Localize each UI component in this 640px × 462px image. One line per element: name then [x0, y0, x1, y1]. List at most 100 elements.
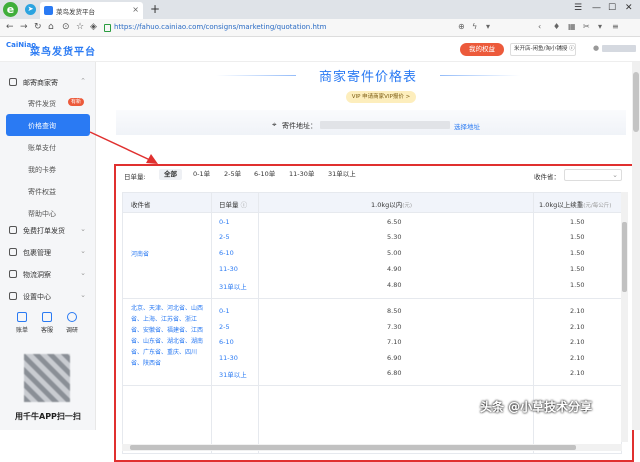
filter-option-0-1[interactable]: 0-1单 [188, 169, 215, 180]
header-daily-volume: 日单量 ⓘ [219, 201, 248, 209]
filter-option-2-5[interactable]: 2-5单 [219, 169, 246, 180]
home-icon[interactable]: ⌂ [48, 22, 54, 32]
table-row-tier: 0-1 [219, 307, 230, 315]
minimize-icon[interactable]: — [592, 3, 601, 13]
province-label: 收件省： [534, 173, 560, 181]
table-cell-extra: 1.50 [570, 265, 585, 273]
close-window-icon[interactable]: ✕ [625, 3, 633, 13]
sidebar-section-logistics-insight[interactable]: 物流洞察 ⌄ [0, 264, 96, 284]
table-horizontal-scrollbar[interactable] [122, 444, 622, 451]
store-selector[interactable]: 米开店-闲鱼/淘小铺授 ⓘ [510, 43, 576, 56]
sidebar-item-bill-payment[interactable]: 账单支付 [0, 136, 96, 158]
package-icon [9, 78, 17, 86]
user-icon[interactable]: ● [593, 44, 599, 52]
browser-tab[interactable]: 菜鸟发货平台 × [40, 2, 143, 19]
sidebar-section-settings[interactable]: 设置中心 ⌄ [0, 286, 96, 306]
settings-icon[interactable]: ≡ [612, 22, 619, 31]
table-row-tier: 6-10 [219, 338, 234, 346]
grid-icon[interactable]: ▦ [568, 22, 576, 31]
browser-tab-bar: e ➤ 菜鸟发货平台 × + ☰ — ☐ ✕ [0, 0, 640, 19]
header-province: 收件省 [131, 201, 151, 209]
lock-icon [104, 24, 111, 32]
shield-icon[interactable]: ◈ [90, 22, 97, 32]
vip-apply-button[interactable]: VIP 申请商家VIP报价 > [346, 91, 416, 103]
new-tab-button[interactable]: + [150, 2, 160, 16]
table-cell-first: 7.10 [387, 338, 402, 346]
cainiao-logo-mark: CaiNiao [6, 41, 37, 49]
table-cell-extra: 1.50 [570, 233, 585, 241]
target-icon[interactable]: ⊕ [458, 22, 465, 31]
url-field[interactable]: https://fahuo.cainiao.com/consigns/marke… [114, 23, 326, 31]
sidebar-section-free-print[interactable]: 免费打单发货 ⌄ [0, 220, 96, 240]
star-icon[interactable]: ☆ [76, 22, 84, 32]
forward-icon[interactable]: → [20, 22, 28, 32]
page-scrollbar[interactable] [632, 62, 640, 430]
sidebar-item-price-query[interactable]: 价格查询 [6, 114, 90, 136]
lightning-icon[interactable]: ϟ [472, 22, 477, 31]
sidebar-item-send-parcel[interactable]: 寄件发货 有新 [0, 92, 96, 114]
chevron-down-icon: ⌄ [80, 225, 86, 233]
shortcut-bill[interactable]: 账单 [10, 312, 34, 334]
refresh-icon[interactable]: ↻ [34, 22, 42, 32]
table-row-tier: 31单以上 [219, 371, 247, 379]
table-vertical-scrollbar[interactable] [621, 192, 628, 442]
filter-option-11-30[interactable]: 11-30单 [284, 169, 319, 180]
app-header: CaiNiao 菜鸟发货平台 我的权益 米开店-闲鱼/淘小铺授 ⓘ ● [0, 37, 640, 62]
user-name-blurred[interactable] [602, 45, 636, 52]
table-cell-first: 6.50 [387, 218, 402, 226]
box-icon [9, 248, 17, 256]
filter-option-31-plus[interactable]: 31单以上 [323, 169, 361, 180]
table-row-tier: 11-30 [219, 354, 238, 362]
sidebar-item-shipping-rights[interactable]: 寄件权益 [0, 180, 96, 202]
tab-favicon-icon [44, 6, 53, 15]
chevron-down-icon: ⌄ [80, 247, 86, 255]
header-extra-weight: 1.0kg以上续重(元/每公斤) [539, 201, 612, 209]
watermark: 头条 @小草技术分享 [480, 400, 593, 414]
scroll-thumb[interactable] [130, 445, 576, 450]
scissors-icon[interactable]: ✂ [583, 22, 590, 31]
back-icon[interactable]: ← [6, 22, 14, 32]
header-first-weight: 1.0kg以内(元) [371, 201, 413, 209]
sidebar-item-my-coupons[interactable]: 我的卡券 [0, 158, 96, 180]
group-province-henan: 河南省 [131, 251, 150, 258]
bill-icon [17, 312, 27, 322]
telegram-icon[interactable]: ➤ [25, 4, 36, 15]
chevron-left-icon[interactable]: ‹ [538, 22, 541, 31]
scroll-thumb[interactable] [622, 222, 627, 292]
address-bar: ← → ↻ ⌂ ⊙ ☆ ◈ https://fahuo.cainiao.com/… [0, 19, 640, 37]
extension-icon[interactable]: ▾ [486, 22, 490, 31]
tab-title: 菜鸟发货平台 [56, 8, 95, 16]
shortcut-survey[interactable]: 调研 [60, 312, 84, 334]
qr-tip: 用千牛APP扫一扫 [15, 412, 81, 421]
gear-icon [9, 292, 17, 300]
province-select[interactable]: ⌄ [564, 169, 622, 181]
table-row-tier: 6-10 [219, 249, 234, 257]
logo-text[interactable]: 菜鸟发货平台 [30, 43, 96, 58]
my-rights-button[interactable]: 我的权益 [460, 43, 504, 56]
table-row-tier: 31单以上 [219, 283, 247, 291]
table-cell-first: 7.30 [387, 323, 402, 331]
printer-icon [9, 226, 17, 234]
table-cell-extra: 2.10 [570, 354, 585, 362]
page-title: 商家寄件价格表 [318, 70, 417, 85]
close-tab-icon[interactable]: × [132, 5, 139, 14]
filter-option-6-10[interactable]: 6-10单 [249, 169, 280, 180]
table-cell-first: 4.80 [387, 281, 402, 289]
filter-option-all[interactable]: 全部 [159, 169, 182, 180]
fox-icon[interactable]: ♦ [553, 22, 560, 31]
sidebar-section-mail-merchant[interactable]: 邮寄商家寄 ⌃ [0, 72, 96, 92]
shortcut-service[interactable]: 客服 [35, 312, 59, 334]
table-cell-extra: 2.10 [570, 369, 585, 377]
table-cell-first: 6.80 [387, 369, 402, 377]
select-address-link[interactable]: 选择地址 [454, 121, 480, 131]
clock-icon [67, 312, 77, 322]
scroll-thumb[interactable] [633, 72, 639, 132]
qr-code-blurred [24, 354, 70, 402]
menu-icon[interactable]: ☰ [574, 3, 582, 13]
browser-logo-icon: e [3, 2, 18, 17]
sidebar-section-package-management[interactable]: 包裹管理 ⌄ [0, 242, 96, 262]
dropdown-icon[interactable]: ▾ [598, 22, 602, 31]
maximize-icon[interactable]: ☐ [608, 3, 616, 13]
history-icon[interactable]: ⊙ [62, 22, 70, 32]
chevron-down-icon: ⌄ [612, 171, 618, 179]
